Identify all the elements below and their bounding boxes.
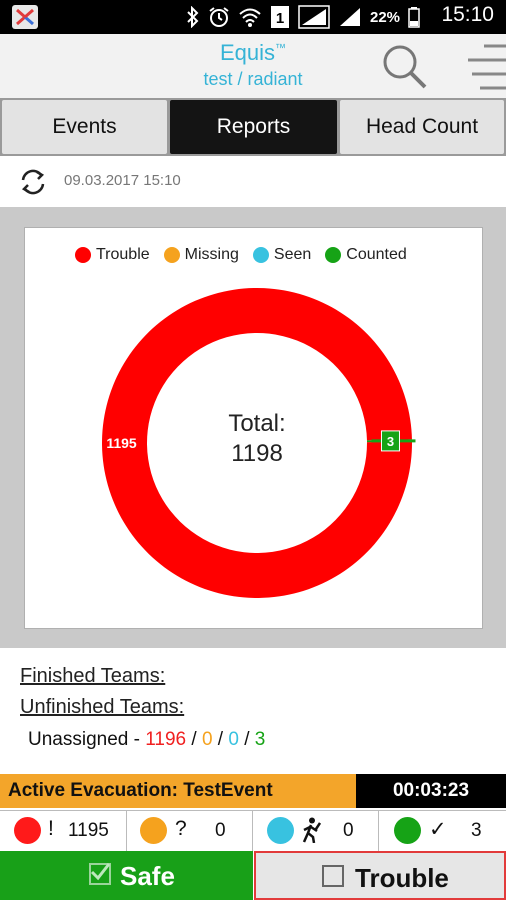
active-evacuation-bar: Active Evacuation: TestEvent 00:03:23 [0, 774, 506, 808]
walking-person-icon [299, 817, 322, 849]
bluetooth-icon [186, 5, 200, 29]
app-icon [12, 5, 38, 29]
trouble-count: 1195 [68, 820, 109, 841]
tab-head-count[interactable]: Head Count [340, 100, 504, 154]
tab-events[interactable]: Events [2, 100, 167, 154]
alarm-icon [208, 5, 230, 29]
legend-label-missing: Missing [184, 246, 239, 263]
unassigned-trouble-count: 1196 [145, 729, 187, 750]
safe-button-label: Safe [120, 861, 175, 891]
status-bar: 1 22% 15:10 [0, 0, 506, 34]
trouble-checkbox-icon [322, 865, 344, 887]
refresh-row: 09.03.2017 15:10 [0, 158, 506, 206]
unfinished-teams-label[interactable]: Unfinished Teams: [20, 696, 184, 719]
unassigned-label: Unassigned - [28, 729, 140, 750]
refresh-icon[interactable] [18, 167, 48, 197]
legend-dot-trouble [75, 247, 91, 263]
unassigned-counted-count: 3 [254, 729, 266, 750]
chart-center-value: 1198 [231, 440, 283, 467]
svg-text:1: 1 [276, 10, 284, 27]
signal-icon [298, 5, 330, 29]
search-icon[interactable] [380, 42, 430, 92]
app-title-text: Equis [219, 40, 276, 65]
donut-label-trouble: 1195 [106, 435, 137, 451]
tab-reports[interactable]: Reports [170, 100, 337, 154]
count-seen[interactable]: 0 [253, 811, 379, 851]
separator: / [191, 729, 197, 750]
count-trouble[interactable]: ! 1195 [0, 811, 127, 851]
battery-percent: 22% [370, 8, 401, 26]
menu-icon[interactable] [464, 40, 506, 94]
status-icons: 1 22% [186, 4, 420, 30]
trouble-button-label: Trouble [355, 863, 449, 893]
chart-legend: Trouble Missing Seen Counted [75, 246, 407, 264]
safe-checkbox-icon [89, 863, 111, 885]
finished-teams-label[interactable]: Finished Teams: [20, 665, 165, 688]
chart-center-label: Total: [228, 410, 285, 437]
signal-icon [338, 5, 362, 29]
sim-1-icon: 1 [270, 5, 290, 29]
status-time: 15:10 [441, 3, 494, 26]
active-evacuation-label: Active Evacuation: TestEvent [0, 774, 356, 808]
legend-label-seen: Seen [273, 246, 312, 263]
teams-section: Finished Teams: Unfinished Teams: Unassi… [0, 650, 506, 762]
wifi-icon [238, 5, 262, 29]
app-header: Equis™ test / radiant [0, 34, 506, 98]
app-screen: 1 22% 15:10 Equis™ test / radiant Events [0, 0, 506, 900]
last-updated-time: 09.03.2017 15:10 [64, 172, 181, 189]
exclamation-icon: ! [48, 817, 54, 840]
counted-dot-icon [394, 817, 421, 844]
chart-card: Trouble Missing Seen Counted Total: 1198… [24, 227, 483, 629]
missing-count: 0 [215, 820, 226, 841]
evacuation-timer: 00:03:23 [356, 774, 506, 808]
donut-label-counted: 3 [387, 434, 394, 449]
counted-count: 3 [471, 820, 482, 841]
legend-item-counted: Counted [325, 246, 407, 264]
trademark-mark: ™ [275, 42, 287, 55]
legend-item-trouble: Trouble [75, 246, 150, 264]
missing-dot-icon [140, 817, 167, 844]
legend-dot-seen [252, 247, 269, 263]
unassigned-missing-count: 0 [201, 729, 213, 750]
legend-dot-missing [163, 247, 180, 263]
status-counts: ! 1195 ? 0 0 ✓ 3 [0, 810, 506, 851]
chart-area: Trouble Missing Seen Counted Total: 1198… [0, 207, 506, 648]
count-missing[interactable]: ? 0 [127, 811, 253, 851]
legend-dot-counted [325, 247, 342, 263]
donut-chart: Total: 1198 1195 3 [101, 287, 416, 598]
legend-label-counted: Counted [346, 246, 407, 263]
check-icon: ✓ [429, 818, 447, 841]
safe-button[interactable]: Safe [0, 851, 253, 900]
legend-item-seen: Seen [252, 246, 312, 264]
trouble-button[interactable]: Trouble [254, 851, 506, 900]
seen-count: 0 [343, 820, 354, 841]
separator: / [244, 729, 250, 750]
tab-bar: Events Reports Head Count [0, 98, 506, 156]
question-icon: ? [175, 817, 187, 840]
battery-icon [408, 5, 420, 29]
legend-label-trouble: Trouble [96, 246, 150, 263]
trouble-dot-icon [14, 817, 41, 844]
count-counted[interactable]: ✓ 3 [379, 811, 506, 851]
seen-dot-icon [267, 817, 294, 844]
unassigned-seen-count: 0 [228, 729, 239, 750]
legend-item-missing: Missing [163, 246, 239, 264]
app-title: Equis™ [0, 40, 506, 66]
app-subtitle: test / radiant [203, 69, 303, 89]
separator: / [217, 729, 224, 750]
unassigned-row: Unassigned - 1196 / 0 / 0 / 3 [28, 729, 265, 751]
